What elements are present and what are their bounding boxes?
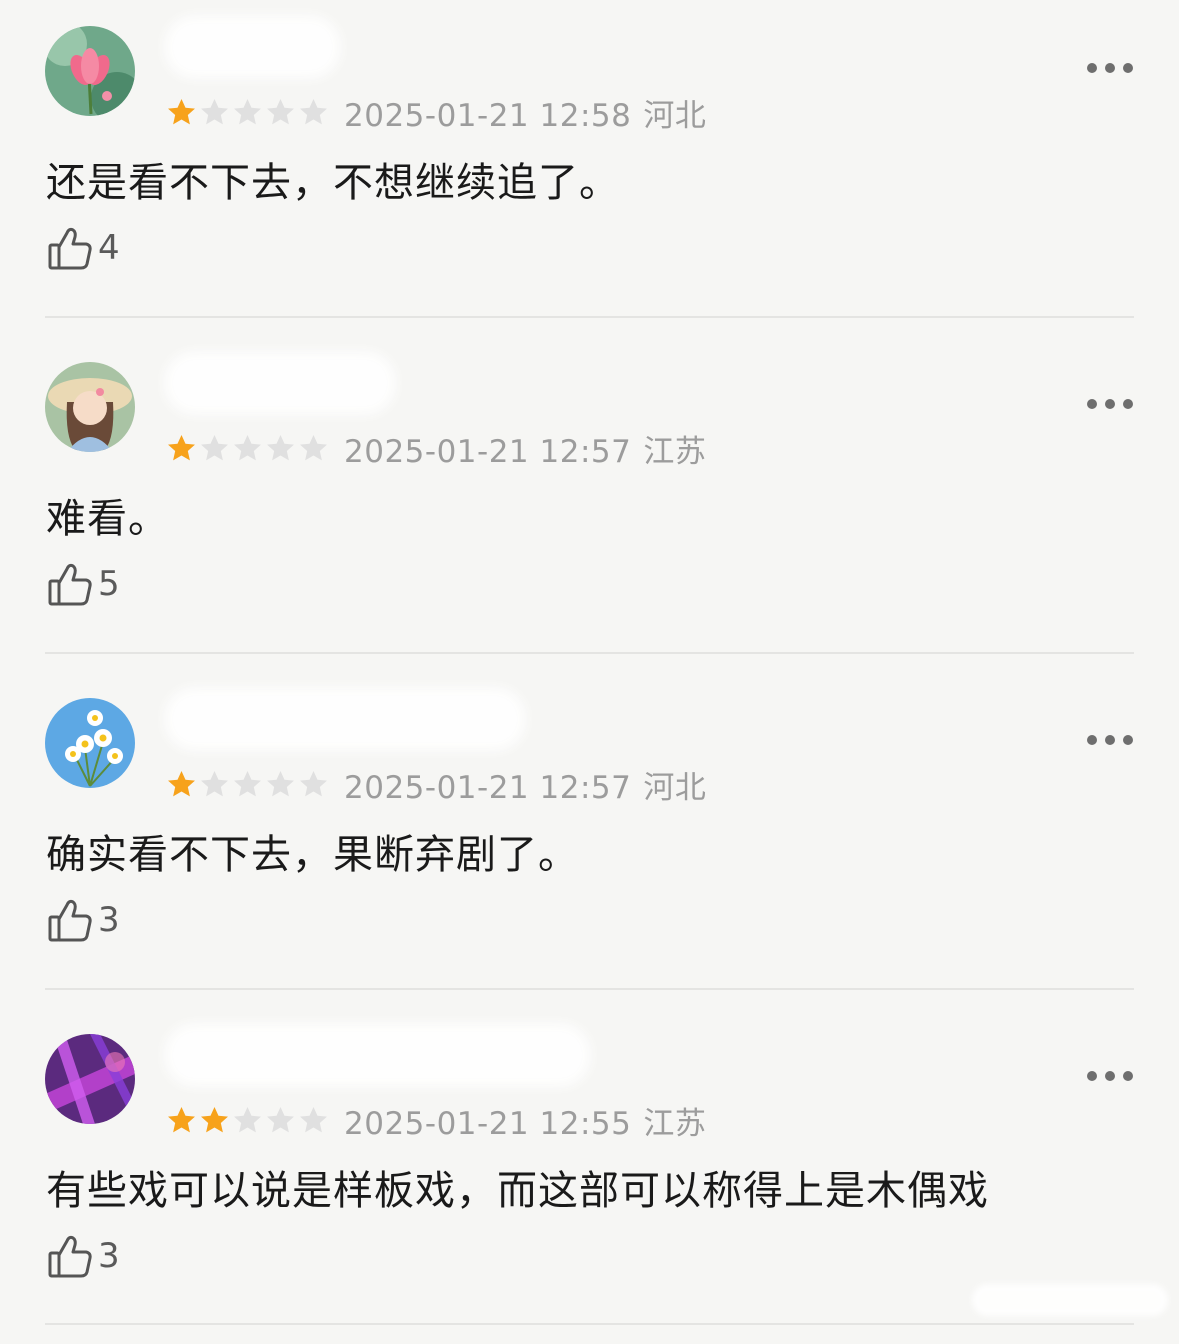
like-count: 3 xyxy=(98,1236,120,1276)
review-location: 江苏 xyxy=(643,1105,707,1142)
review-timestamp: 2025-01-21 12:57 xyxy=(344,433,632,470)
star-empty-icon xyxy=(234,434,261,460)
daisies-avatar-icon[interactable] xyxy=(45,698,135,788)
divider xyxy=(45,652,1134,654)
review-item: 2025-01-21 12:57 江苏难看。 5 xyxy=(0,336,1179,672)
divider xyxy=(45,1323,1134,1325)
star-rating xyxy=(165,432,330,465)
like-count: 4 xyxy=(98,228,120,268)
star-empty-icon xyxy=(267,770,294,796)
thumbs-up-icon xyxy=(46,1232,94,1280)
like-count: 5 xyxy=(98,564,120,604)
more-options-icon[interactable] xyxy=(1087,1068,1133,1084)
star-empty-icon xyxy=(201,434,228,460)
thumbs-up-icon xyxy=(46,560,94,608)
review-timestamp: 2025-01-21 12:57 xyxy=(344,769,632,806)
review-location: 江苏 xyxy=(643,433,707,470)
like-button[interactable]: 5 xyxy=(46,558,120,610)
like-button[interactable]: 3 xyxy=(46,894,120,946)
star-filled-icon xyxy=(168,434,195,460)
like-button[interactable]: 4 xyxy=(46,222,120,274)
divider xyxy=(45,316,1134,318)
star-empty-icon xyxy=(234,1106,261,1132)
review-location: 河北 xyxy=(643,97,707,134)
thumbs-up-icon xyxy=(46,896,94,944)
username-redacted[interactable] xyxy=(165,688,525,750)
home-indicator xyxy=(972,1284,1168,1316)
review-item: 2025-01-21 12:58 河北 还是看不下去，不想继续追了。 4 xyxy=(0,0,1179,336)
review-meta: 2025-01-21 12:57 江苏 xyxy=(165,428,707,470)
review-meta: 2025-01-21 12:55 江苏 xyxy=(165,1100,707,1142)
review-comment: 有些戏可以说是样板戏，而这部可以称得上是木偶戏 xyxy=(46,1168,989,1214)
star-empty-icon xyxy=(300,434,327,460)
star-empty-icon xyxy=(300,770,327,796)
review-comment: 难看。 xyxy=(46,496,169,542)
username-redacted[interactable] xyxy=(165,16,340,78)
review-timestamp: 2025-01-21 12:55 xyxy=(344,1105,632,1142)
review-meta: 2025-01-21 12:57 河北 xyxy=(165,764,707,806)
star-empty-icon xyxy=(234,770,261,796)
star-filled-icon xyxy=(168,1106,195,1132)
review-item: 2025-01-21 12:57 河北确实看不下去，果断弃剧了。 3 xyxy=(0,672,1179,1008)
girl-with-hat-avatar-icon[interactable] xyxy=(45,362,135,452)
star-empty-icon xyxy=(267,1106,294,1132)
star-rating xyxy=(165,1104,330,1137)
purple-abstract-avatar-icon[interactable] xyxy=(45,1034,135,1124)
star-filled-icon xyxy=(168,98,195,124)
star-filled-icon xyxy=(201,1106,228,1132)
more-options-icon[interactable] xyxy=(1087,396,1133,412)
star-filled-icon xyxy=(168,770,195,796)
star-rating xyxy=(165,768,330,801)
star-empty-icon xyxy=(267,98,294,124)
username-redacted[interactable] xyxy=(165,1024,590,1086)
like-button[interactable]: 3 xyxy=(46,1230,120,1282)
more-options-icon[interactable] xyxy=(1087,60,1133,76)
review-comment: 还是看不下去，不想继续追了。 xyxy=(46,160,620,206)
star-empty-icon xyxy=(234,98,261,124)
like-count: 3 xyxy=(98,900,120,940)
star-empty-icon xyxy=(201,98,228,124)
thumbs-up-icon xyxy=(46,224,94,272)
star-empty-icon xyxy=(300,1106,327,1132)
review-meta: 2025-01-21 12:58 河北 xyxy=(165,92,707,134)
star-rating xyxy=(165,96,330,129)
divider xyxy=(45,988,1134,990)
username-redacted[interactable] xyxy=(165,352,395,414)
more-options-icon[interactable] xyxy=(1087,732,1133,748)
review-comment: 确实看不下去，果断弃剧了。 xyxy=(46,832,579,878)
lotus-flower-avatar-icon[interactable] xyxy=(45,26,135,116)
star-empty-icon xyxy=(267,434,294,460)
star-empty-icon xyxy=(201,770,228,796)
review-location: 河北 xyxy=(643,769,707,806)
star-empty-icon xyxy=(300,98,327,124)
review-timestamp: 2025-01-21 12:58 xyxy=(344,97,632,134)
